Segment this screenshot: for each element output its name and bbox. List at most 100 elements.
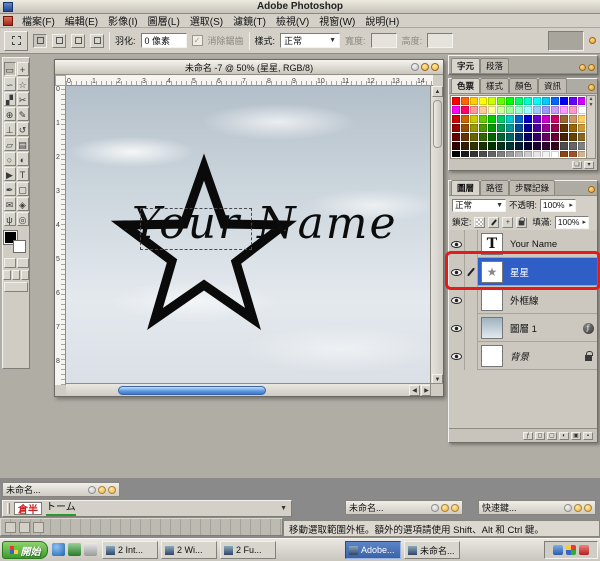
quick-mask-button[interactable] [17,258,29,268]
tool-zoom[interactable]: ◎ [17,212,29,226]
tab-history[interactable]: 步驟記錄 [509,180,555,195]
screen-mode-standard-button[interactable] [3,270,11,280]
horizontal-scroll-thumb[interactable] [118,386,266,395]
layer-row-outline[interactable]: 外框線 [449,286,597,314]
tool-path-selection[interactable]: ▶ [4,167,16,181]
swatches-scrollbar[interactable]: ▲▼ [586,96,595,158]
color-swatch[interactable] [560,142,568,150]
tab-character[interactable]: 字元 [451,58,480,73]
tool-brush[interactable]: ✎ [17,107,29,121]
canvas[interactable]: Your Name [66,86,432,385]
color-swatch[interactable] [569,97,577,105]
start-button[interactable]: 開始 [2,541,48,559]
color-swatch[interactable] [515,106,523,114]
tool-notes[interactable]: ✉ [4,197,16,211]
layer-thumbnail[interactable] [481,345,503,367]
antialias-checkbox[interactable]: ✓ [192,35,203,46]
color-swatch[interactable] [551,133,559,141]
menu-item-7[interactable]: 視窗(W) [314,13,360,28]
lock-transparency-button[interactable] [474,217,485,228]
height-input[interactable] [427,33,453,48]
delete-layer-button[interactable]: ▪ [583,432,593,440]
color-swatch[interactable] [452,97,460,105]
minimized-window-shortcuts[interactable]: 快速鍵... [478,500,596,515]
window-minimize-icon[interactable] [411,63,419,71]
color-swatch[interactable] [542,115,550,123]
active-paint-cell[interactable] [465,258,478,286]
drag-handle[interactable] [7,503,10,514]
tool-gradient[interactable]: ▤ [17,137,29,151]
menu-item-3[interactable]: 圖層(L) [143,13,185,28]
tray-icon[interactable] [553,545,563,555]
layer-name[interactable]: Your Name [506,239,579,250]
blend-mode-select[interactable]: 正常▼ [452,199,506,212]
color-swatch[interactable] [470,106,478,114]
color-swatch[interactable] [560,115,568,123]
color-swatch[interactable] [524,151,532,157]
color-swatch[interactable] [533,124,541,132]
color-swatch[interactable] [551,97,559,105]
taskbar-button-0[interactable]: 2 Int... [102,541,158,559]
color-swatch[interactable] [497,151,505,157]
menu-item-6[interactable]: 檢視(V) [271,13,314,28]
tool-history-brush[interactable]: ↺ [17,122,29,136]
window-maximize-icon[interactable] [441,504,449,512]
window-minimize-icon[interactable] [431,504,439,512]
fill-input[interactable]: 100%▸ [555,216,589,229]
style-select[interactable]: 正常▼ [280,33,340,48]
lock-all-button[interactable] [516,217,527,228]
color-swatch[interactable] [515,115,523,123]
tab-info[interactable]: 資訊 [538,78,567,93]
color-swatch[interactable] [569,151,577,157]
scroll-up-icon[interactable]: ▲ [432,86,443,97]
tool-hand[interactable]: ψ [4,212,16,226]
color-swatch[interactable] [470,124,478,132]
feather-input[interactable]: 0 像素 [141,33,187,48]
layer-name[interactable]: 圖層 1 [506,321,579,335]
color-swatch[interactable] [452,115,460,123]
layer-thumbnail[interactable]: T [481,233,503,255]
color-swatch[interactable] [551,142,559,150]
visibility-toggle[interactable] [449,286,465,314]
tool-rectangular-marquee[interactable]: ▭ [4,62,16,76]
color-swatch[interactable] [542,133,550,141]
color-swatch[interactable] [506,115,514,123]
color-swatch[interactable] [551,106,559,114]
color-swatch[interactable] [452,106,460,114]
layer-thumbnail[interactable] [481,289,503,311]
color-swatch[interactable] [488,97,496,105]
link-cell[interactable] [465,286,478,314]
color-swatch[interactable] [515,124,523,132]
layer-mask-button[interactable]: ◻ [535,432,545,440]
tool-move[interactable]: + [17,62,29,76]
color-swatch[interactable] [470,133,478,141]
tool-crop[interactable]: ▞ [4,92,16,106]
visibility-toggle[interactable] [449,314,465,342]
tab-color[interactable]: 顏色 [509,78,538,93]
fragment-icon[interactable] [5,522,16,533]
color-swatch[interactable] [578,133,585,141]
color-swatch[interactable] [461,115,469,123]
color-swatch[interactable] [461,97,469,105]
color-swatch[interactable] [560,133,568,141]
window-close-icon[interactable] [451,504,459,512]
selection-mode-new-button[interactable] [33,34,47,48]
layer-style-button[interactable]: ƒ [523,432,533,440]
tray-icon[interactable] [566,545,576,555]
tool-preset-icon[interactable] [4,31,28,51]
color-swatch[interactable] [560,151,568,157]
visibility-toggle[interactable] [449,342,465,370]
color-swatch[interactable] [551,115,559,123]
color-swatch[interactable] [470,115,478,123]
color-swatch[interactable] [470,151,478,157]
standard-mode-button[interactable] [4,258,16,268]
color-swatch[interactable] [479,106,487,114]
color-swatch[interactable] [452,133,460,141]
ime-language-bar[interactable]: 倉半 トーム ▼ [2,500,292,517]
menu-item-5[interactable]: 濾鏡(T) [228,13,271,28]
layer-thumbnail[interactable]: ★ [481,261,503,283]
layer-set-button[interactable]: ▢ [547,432,557,440]
taskbar-button-1[interactable]: 2 Wi... [161,541,217,559]
menu-item-8[interactable]: 說明(H) [360,13,404,28]
panel-close-icon[interactable] [588,64,595,71]
